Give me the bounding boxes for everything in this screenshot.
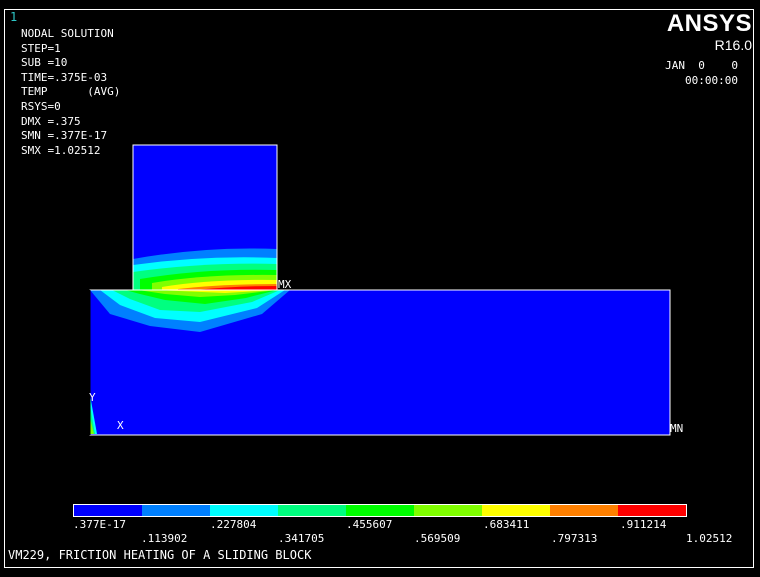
legend-color-cell xyxy=(210,505,278,516)
min-marker: MN xyxy=(670,422,684,435)
legend-color-cell xyxy=(346,505,414,516)
legend-color-cell xyxy=(618,505,686,516)
legend-tick-label: .455607 xyxy=(346,518,393,531)
contour-plot xyxy=(89,144,671,436)
legend-color-cell xyxy=(550,505,618,516)
ansys-graphics-window: 1 ANSYS R16.0 JAN 0 0 00:00:00 NODAL SOL… xyxy=(0,0,760,577)
legend-tick-label: .113902 xyxy=(141,532,188,545)
legend-tick-label: 1.02512 xyxy=(686,532,733,545)
legend-tick-label: .569509 xyxy=(414,532,461,545)
legend-color-cell xyxy=(482,505,550,516)
analysis-title: VM229, FRICTION HEATING OF A SLIDING BLO… xyxy=(8,548,312,562)
legend-tick-label: .683411 xyxy=(483,518,530,531)
legend-color-cell xyxy=(142,505,210,516)
legend-tick-label: .911214 xyxy=(620,518,667,531)
axis-y-label: Y xyxy=(89,391,96,404)
legend-tick-label: .341705 xyxy=(278,532,325,545)
axis-x-label: X xyxy=(117,419,124,432)
legend-tick-label: .797313 xyxy=(551,532,598,545)
legend-color-cell xyxy=(278,505,346,516)
legend-color-cell xyxy=(74,505,142,516)
max-marker: MX xyxy=(278,278,292,291)
legend-tick-label: .227804 xyxy=(210,518,257,531)
sliding-block xyxy=(133,145,277,290)
contour-legend-bar xyxy=(73,504,687,517)
base-plate xyxy=(90,290,670,435)
legend-color-cell xyxy=(414,505,482,516)
legend-tick-label: .377E-17 xyxy=(73,518,126,531)
